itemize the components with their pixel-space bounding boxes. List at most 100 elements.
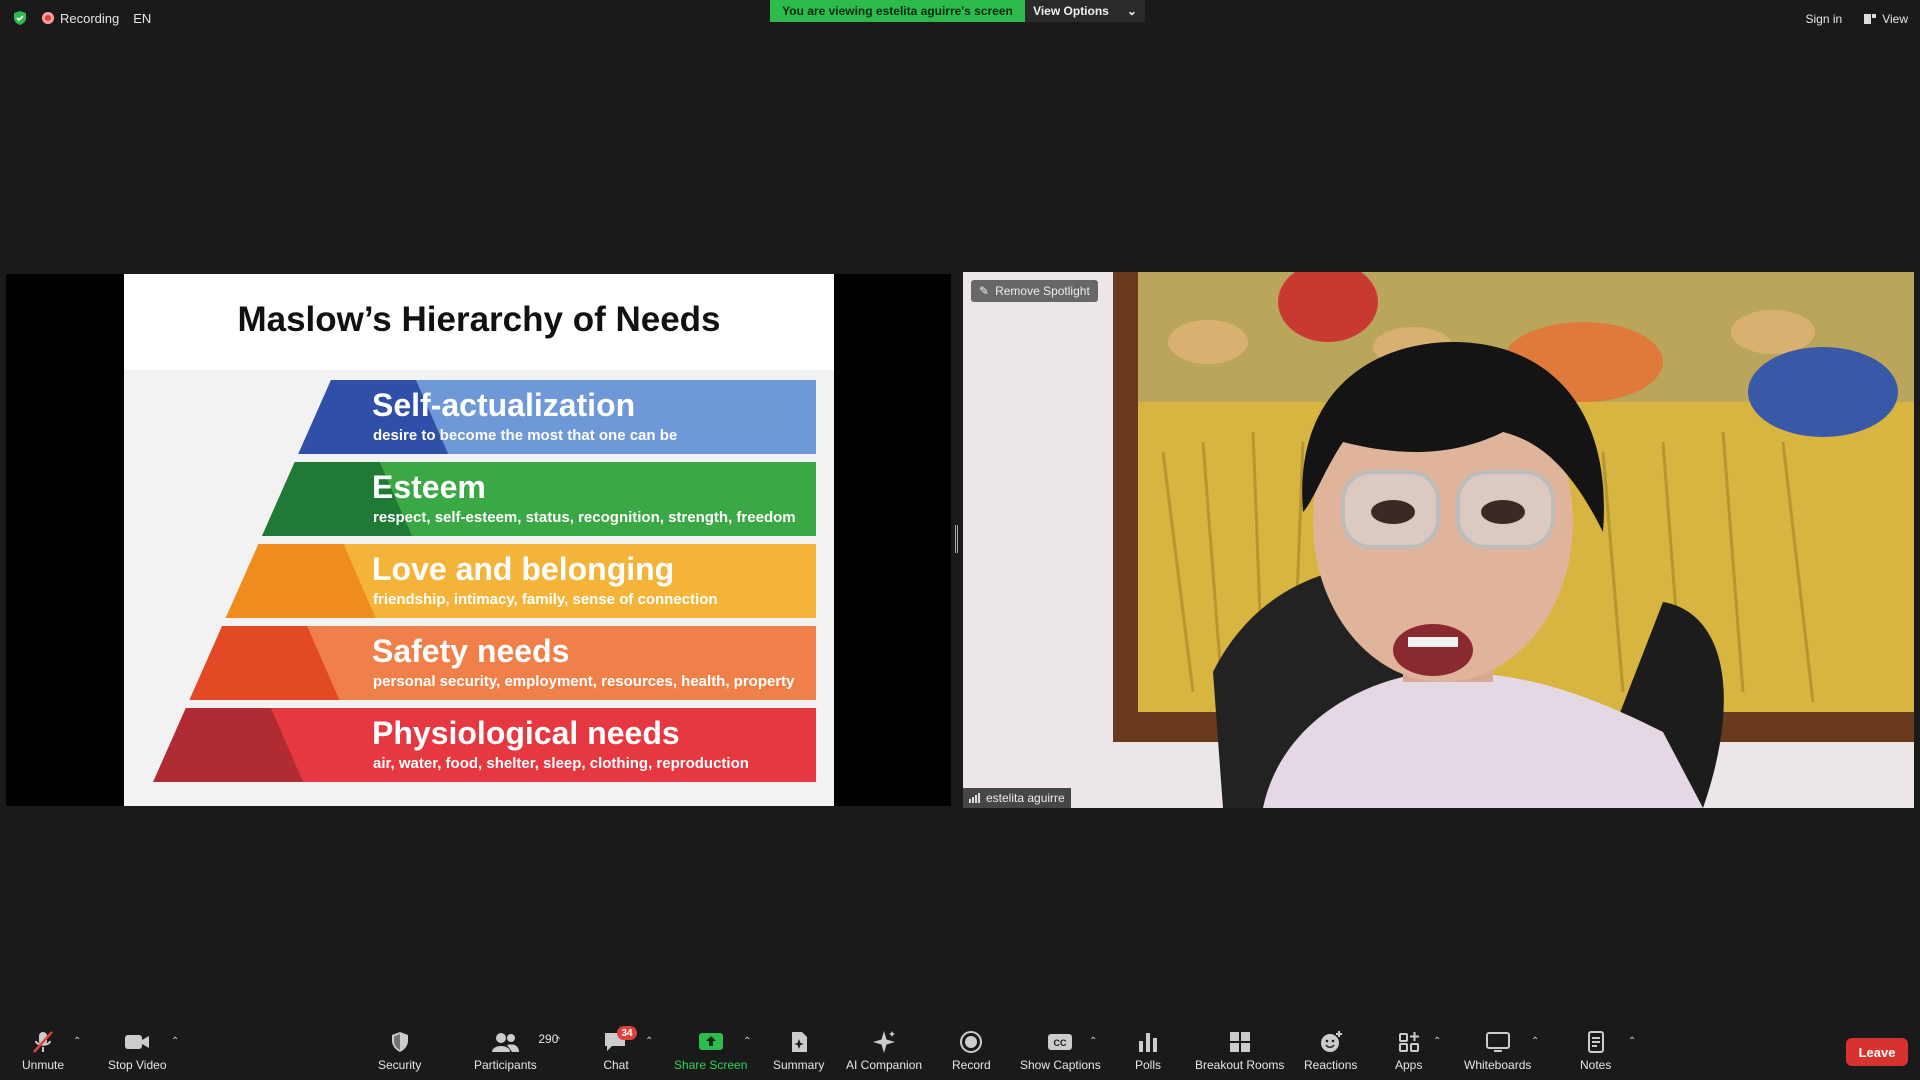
reactions-label: Reactions (1304, 1058, 1358, 1072)
microphone-muted-icon (33, 1031, 53, 1053)
view-button[interactable]: View (1864, 12, 1908, 26)
top-left-status: Recording EN (12, 10, 151, 26)
sign-in-button[interactable]: Sign in (1806, 12, 1843, 26)
pyramid-tier-title: Self-actualization (372, 387, 635, 423)
notes-button[interactable]: Notes (1580, 1030, 1611, 1072)
sparkle-icon (873, 1031, 896, 1053)
pyramid-tier: Self-actualization desire to become the m… (298, 380, 816, 454)
apps-caret-icon[interactable]: ⌃ (1433, 1036, 1441, 1047)
participants-button[interactable]: 290 Participants (474, 1030, 558, 1072)
participants-label: Participants (474, 1058, 537, 1072)
stop-video-button[interactable]: Stop Video (108, 1030, 167, 1072)
remove-spotlight-label: Remove Spotlight (995, 284, 1090, 298)
encryption-shield-icon[interactable] (12, 10, 28, 26)
pyramid-tier-title: Safety needs (372, 633, 569, 669)
notes-label: Notes (1580, 1058, 1612, 1072)
participant-name: estelita aguirre (986, 791, 1065, 805)
notes-icon (1587, 1031, 1604, 1053)
summary-button[interactable]: Summary (773, 1030, 824, 1072)
video-frame-image (963, 272, 1914, 808)
top-bar: Recording EN You are viewing estelita ag… (0, 0, 1920, 40)
leave-button[interactable]: Leave (1846, 1038, 1908, 1066)
pyramid-tier-subtitle: friendship, intimacy, family, sense of c… (373, 591, 718, 608)
pyramid-tier-subtitle: desire to become the most that one can b… (373, 427, 677, 444)
breakout-rooms-grid-icon (1229, 1032, 1250, 1052)
pyramid-tier: Safety needs personal security, employmen… (189, 626, 816, 700)
record-button[interactable]: Record (952, 1030, 991, 1072)
show-captions-label: Show Captions (1020, 1058, 1101, 1072)
pyramid-tier-subtitle: personal security, employment, resources… (373, 673, 795, 690)
pyramid-tier: Physiological needs air, water, food, she… (153, 708, 817, 782)
closed-captions-icon: CC (1048, 1034, 1073, 1050)
chat-unread-badge: 34 (617, 1026, 637, 1040)
pyramid-tier-title: Physiological needs (372, 715, 680, 751)
breakout-rooms-label: Breakout Rooms (1195, 1058, 1285, 1072)
chat-label: Chat (603, 1058, 629, 1072)
whiteboards-button[interactable]: Whiteboards (1464, 1030, 1531, 1072)
shared-screen: Maslow’s Hierarchy of Needs Self-actuali… (6, 274, 951, 806)
maslow-pyramid: Self-actualization desire to become the m… (153, 380, 817, 782)
view-label: View (1882, 12, 1908, 26)
recording-label: Recording (60, 10, 120, 26)
apps-label: Apps (1395, 1058, 1423, 1072)
share-screen-caret-icon[interactable]: ⌃ (743, 1036, 751, 1047)
pyramid-tier: Love and belonging friendship, intimacy, … (225, 544, 816, 618)
pyramid-tier: Esteem respect, self-esteem, status, reco… (261, 462, 817, 536)
video-camera-icon (125, 1035, 150, 1049)
chat-button[interactable]: 34 Chat (603, 1026, 637, 1072)
audio-options-caret-icon[interactable]: ⌃ (73, 1036, 81, 1047)
summary-label: Summary (773, 1058, 825, 1072)
pyramid-tier-title: Esteem (372, 469, 486, 505)
polls-label: Polls (1135, 1058, 1162, 1072)
whiteboard-icon (1485, 1032, 1510, 1052)
polls-button[interactable]: Polls (1135, 1030, 1161, 1072)
security-label: Security (378, 1058, 422, 1072)
chat-caret-icon[interactable]: ⌃ (645, 1036, 653, 1047)
view-options-button[interactable]: View Options ⌄ (1025, 0, 1145, 22)
polls-bar-chart-icon (1139, 1033, 1157, 1052)
whiteboards-caret-icon[interactable]: ⌃ (1531, 1036, 1539, 1047)
signal-strength-icon (969, 793, 980, 803)
unpin-icon: ✎ (979, 284, 990, 298)
security-button[interactable]: Security (378, 1030, 421, 1072)
ai-companion-button[interactable]: AI Companion (846, 1030, 922, 1072)
share-screen-button[interactable]: Share Screen (674, 1030, 747, 1072)
security-shield-icon (391, 1032, 408, 1052)
chevron-down-icon: ⌄ (1126, 4, 1137, 18)
remove-spotlight-button[interactable]: ✎ Remove Spotlight (971, 280, 1098, 302)
record-icon (960, 1031, 983, 1053)
notes-caret-icon[interactable]: ⌃ (1628, 1036, 1636, 1047)
view-layout-icon (1864, 14, 1877, 24)
captions-caret-icon[interactable]: ⌃ (1089, 1036, 1097, 1047)
svg-text:CC: CC (1054, 1038, 1067, 1048)
recording-indicator[interactable]: Recording (42, 11, 119, 26)
whiteboards-label: Whiteboards (1464, 1058, 1532, 1072)
apps-button[interactable]: Apps (1395, 1030, 1422, 1072)
unmute-label: Unmute (22, 1058, 65, 1072)
unmute-button[interactable]: Unmute (22, 1030, 64, 1072)
participants-caret-icon[interactable]: ⌃ (554, 1036, 562, 1047)
record-label: Record (952, 1058, 991, 1072)
language-button[interactable]: EN (133, 11, 151, 26)
top-right-controls: Sign in View (1806, 12, 1909, 26)
pyramid-area: Self-actualization desire to become the m… (124, 370, 834, 806)
breakout-rooms-button[interactable]: Breakout Rooms (1195, 1030, 1284, 1072)
reactions-smiley-icon (1320, 1031, 1342, 1052)
recording-dot-icon (42, 12, 54, 24)
share-screen-label: Share Screen (674, 1058, 748, 1072)
participant-name-tag: estelita aguirre (963, 788, 1071, 808)
apps-icon (1398, 1032, 1419, 1052)
pyramid-tier-subtitle: respect, self-esteem, status, recognitio… (373, 509, 796, 526)
share-screen-icon (698, 1033, 723, 1050)
meeting-toolbar: Unmute ⌃ Stop Video ⌃ Security 290 Parti… (0, 1020, 1920, 1080)
participant-video: ✎ Remove Spotlight estelita aguirre (963, 272, 1914, 808)
reactions-button[interactable]: Reactions (1304, 1030, 1357, 1072)
view-options-label: View Options (1033, 4, 1109, 18)
stop-video-label: Stop Video (108, 1058, 167, 1072)
video-options-caret-icon[interactable]: ⌃ (171, 1036, 179, 1047)
viewing-screen-banner: You are viewing estelita aguirre's scree… (770, 0, 1025, 22)
ai-companion-label: AI Companion (846, 1058, 923, 1072)
pyramid-tier-title: Love and belonging (372, 551, 674, 587)
resize-handle[interactable] (955, 525, 958, 553)
presentation-slide: Maslow’s Hierarchy of Needs Self-actuali… (124, 274, 834, 806)
